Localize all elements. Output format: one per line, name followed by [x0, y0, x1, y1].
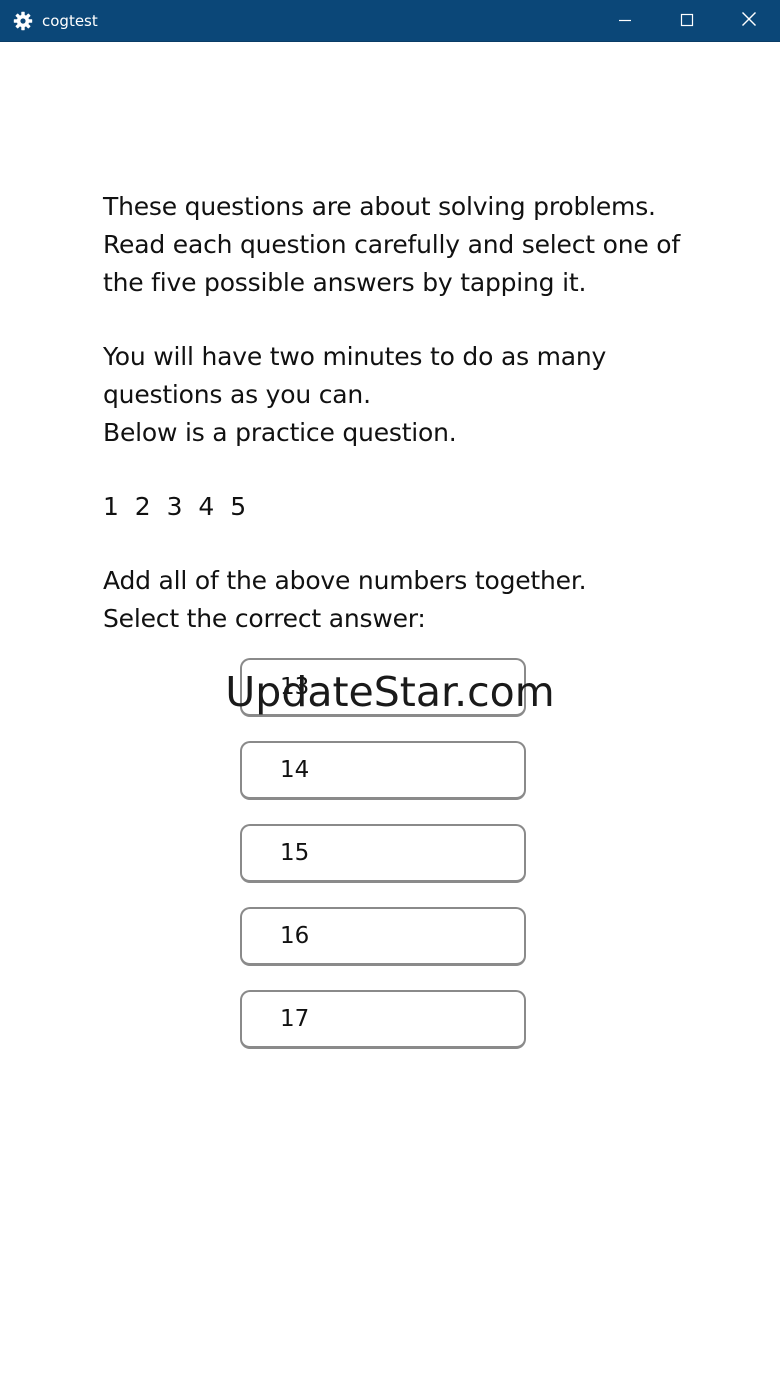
title-bar[interactable]: cogtest — [0, 0, 780, 42]
answer-label: 15 — [280, 840, 310, 866]
minimize-icon — [618, 12, 632, 31]
answer-button-14[interactable]: 14 — [240, 741, 526, 800]
question-numbers: 1 2 3 4 5 — [103, 492, 247, 521]
answer-label: 16 — [280, 923, 310, 949]
instruction-line: the five possible answers by tapping it. — [103, 268, 587, 297]
window-title: cogtest — [42, 11, 98, 30]
question-prompt: Select the correct answer: — [103, 604, 426, 633]
instruction-line: You will have two minutes to do as many — [103, 342, 607, 371]
close-icon — [741, 11, 757, 31]
gear-icon — [12, 10, 34, 32]
answer-label: 14 — [280, 757, 310, 783]
minimize-button[interactable] — [594, 0, 656, 42]
answer-button-17[interactable]: 17 — [240, 990, 526, 1049]
maximize-button[interactable] — [656, 0, 718, 42]
close-button[interactable] — [718, 0, 780, 42]
answer-button-16[interactable]: 16 — [240, 907, 526, 966]
instructions-panel: These questions are about solving proble… — [103, 188, 703, 638]
window-controls — [594, 0, 780, 42]
app-window: cogtest These questions are about solvin… — [0, 0, 780, 1387]
instruction-line: questions as you can. — [103, 380, 371, 409]
instruction-line: Read each question carefully and select … — [103, 230, 680, 259]
answer-button-13[interactable]: 13 — [240, 658, 526, 717]
answer-label: 17 — [280, 1006, 310, 1032]
instruction-line: These questions are about solving proble… — [103, 192, 656, 221]
answer-list: 13 14 15 16 17 — [240, 658, 528, 1073]
answer-label: 13 — [280, 674, 310, 700]
instruction-line: Below is a practice question. — [103, 418, 457, 447]
question-prompt: Add all of the above numbers together. — [103, 566, 587, 595]
maximize-icon — [680, 12, 694, 31]
answer-button-15[interactable]: 15 — [240, 824, 526, 883]
